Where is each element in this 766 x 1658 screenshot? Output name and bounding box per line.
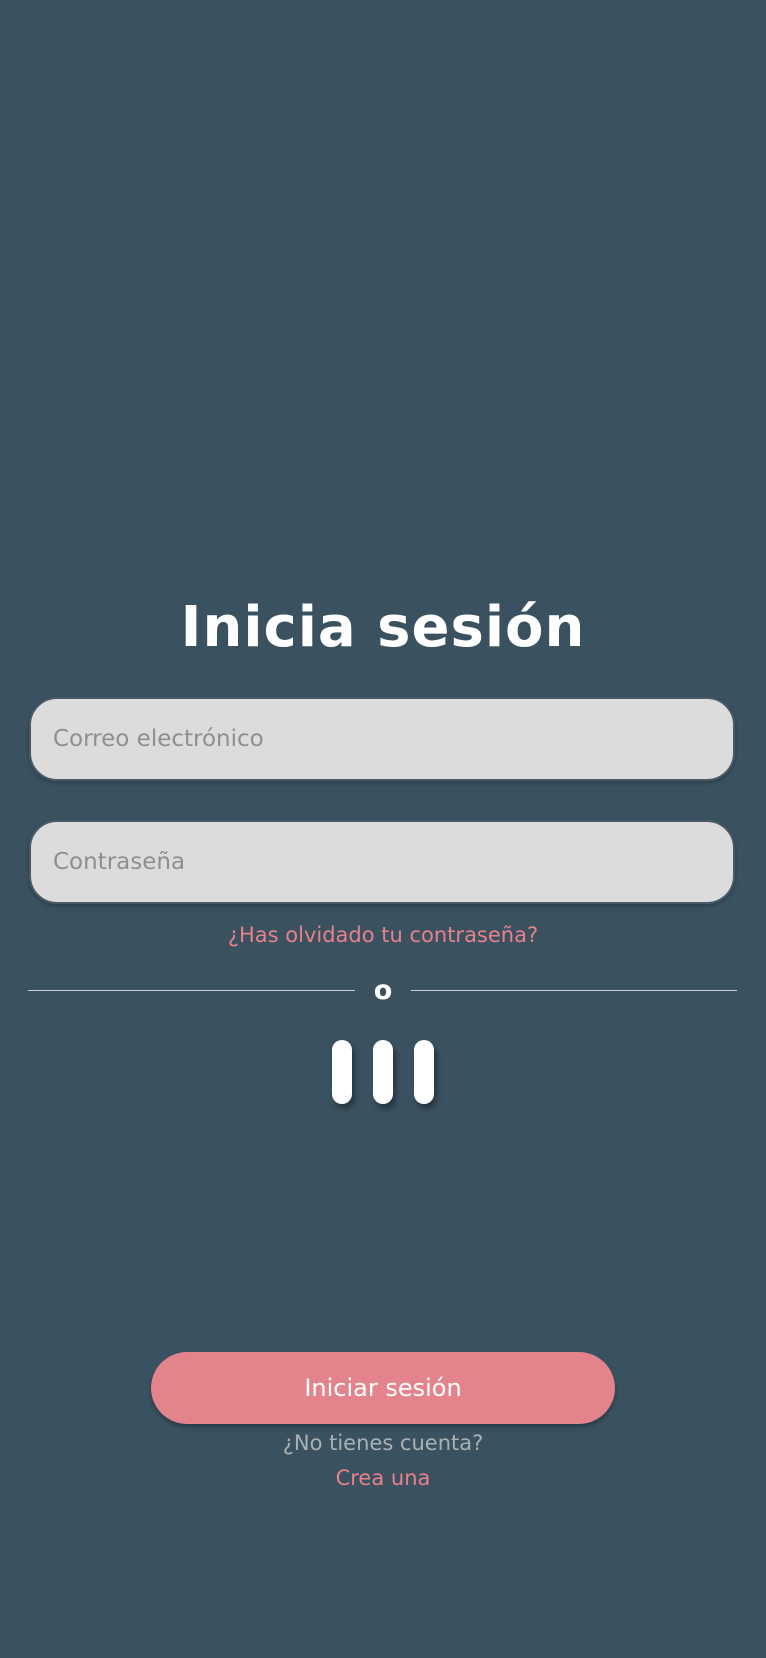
loading-bars-icon bbox=[332, 1040, 436, 1106]
no-account-text: ¿No tienes cuenta? bbox=[282, 1431, 484, 1455]
email-field[interactable] bbox=[53, 699, 711, 779]
password-field[interactable] bbox=[53, 822, 711, 902]
loader-bar bbox=[373, 1040, 393, 1104]
password-field-container bbox=[29, 820, 735, 904]
forgot-password-link[interactable]: ¿Has olvidado tu contraseña? bbox=[0, 921, 766, 949]
divider-label: o bbox=[373, 975, 393, 1006]
loader-bar bbox=[332, 1040, 352, 1104]
create-account-link[interactable]: Crea una bbox=[0, 1464, 766, 1492]
loader-bar bbox=[414, 1040, 434, 1104]
page-title: Inicia sesión bbox=[180, 595, 586, 660]
email-field-container bbox=[29, 697, 735, 781]
divider-right bbox=[411, 990, 737, 991]
divider-left bbox=[28, 990, 355, 991]
login-button[interactable]: Iniciar sesión bbox=[151, 1352, 615, 1424]
